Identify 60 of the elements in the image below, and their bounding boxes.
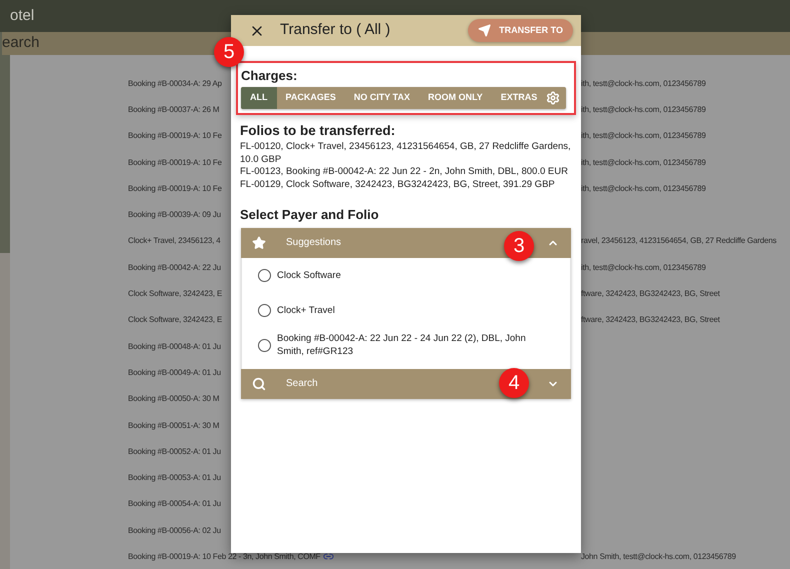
booking-text: Booking #B-00053-A: 01 Ju [128, 472, 221, 484]
booking-text: Clock Software, 3242423, E [128, 314, 222, 326]
payer-heading: Select Payer and Folio [240, 206, 380, 224]
booking-text: Clock Software, 3242423, E [128, 288, 222, 300]
booking-text: Booking #B-00019-A: 10 Fe [128, 156, 222, 169]
booking-text: Booking #B-00042-A: 22 Ju [128, 262, 221, 274]
guest-text: John Smith, testt@clock-hs.com, 0123456789 [581, 550, 736, 563]
booking-text: Clock+ Travel, 23456123, 4 [128, 235, 220, 248]
folio-line: FL-00120, Clock+ Travel, 23456123, 41231564654, GB, 27 Redcliffe Gardens, 10.0 GBP [240, 141, 572, 166]
charges-toggle[interactable]: NO CITY TAX [344, 86, 420, 108]
charges-toggle[interactable]: ROOM ONLY [419, 86, 492, 108]
accordion-header[interactable]: Search 4 [241, 368, 571, 399]
radio-button[interactable] [258, 338, 271, 352]
guest-text: ith, testt@clock-hs.com, 0123456789 [581, 156, 706, 169]
guest-text: ith, testt@clock-hs.com, 0123456789 [581, 262, 706, 274]
charges-toggle[interactable]: PACKAGES [276, 86, 345, 108]
search-label: earch [2, 33, 40, 53]
settings-button[interactable] [546, 90, 560, 104]
booking-text: Booking #B-00048-A: 01 Ju [128, 340, 221, 353]
booking-text: Booking #B-00019-A: 10 Feb 22 - 3n, John Smith, COMF [128, 550, 320, 563]
link-icon[interactable] [323, 551, 334, 562]
annotation-badge: 5 [214, 37, 244, 67]
folio-line: FL-00129, Clock Software, 3242423, BG3242423, BG, Street, 391.29 GBP [240, 178, 556, 192]
folios-heading: Folios to be transferred: [240, 122, 396, 140]
radio-button[interactable] [258, 304, 271, 317]
booking-text: Booking #B-00037-A: 26 M [128, 104, 220, 116]
guest-text: ith, testt@clock-hs.com, 0123456789 [581, 104, 706, 116]
booking-text: Booking #B-00019-A: 10 Fe [128, 130, 222, 142]
guest-text: ith, testt@clock-hs.com, 0123456789 [581, 130, 706, 142]
booking-text: Booking #B-00052-A: 01 Ju [128, 446, 221, 458]
payer-option[interactable]: Clock+ Travel [242, 292, 570, 328]
booking-text: Booking #B-00039-A: 09 Ju [128, 209, 221, 222]
app-title: otel [10, 6, 34, 26]
guest-text: ftware, 3242423, BG3242423, BG, Street [581, 288, 720, 300]
guest-text: ith, testt@clock-hs.com, 0123456789 [581, 182, 706, 195]
dialog-title: Transfer to ( All ) [280, 20, 392, 40]
folio-line: FL-00123, Booking #B-00042-A: 22 Jun 22 - 2n, John Smith, DBL, 800.0 EUR [240, 166, 569, 179]
booking-text: Booking #B-00019-A: 10 Fe [128, 182, 222, 195]
star-icon [252, 236, 266, 250]
send-icon [478, 24, 492, 37]
settings-icon [546, 90, 560, 104]
booking-text: Booking #B-00054-A: 01 Ju [128, 498, 221, 510]
guest-text: ravel, 23456123, 41231564654, GB, 27 Redcliffe Gardens [581, 235, 776, 248]
annotation-badge: 3 [504, 230, 534, 261]
booking-text: Booking #B-00049-A: 01 Ju [128, 366, 221, 379]
charges-toggle[interactable]: ALL [241, 86, 276, 108]
booking-text: Booking #B-00050-A: 30 M [128, 393, 220, 406]
booking-text: Booking #B-00056-A: 02 Ju [128, 524, 221, 537]
guest-text: ith, testt@clock-hs.com, 0123456789 [581, 78, 706, 90]
annotation-badge: 4 [499, 368, 529, 398]
booking-text: Booking #B-00034-A: 29 Ap [128, 78, 222, 90]
payer-option[interactable]: Booking #B-00042-A: 22 Jun 22 - 24 Jun 22 (2), DBL, John Smith, ref#GR123 [242, 328, 570, 363]
booking-text: Booking #B-00051-A: 30 M [128, 420, 220, 432]
radio-button[interactable] [258, 268, 271, 282]
charges-label: Charges: [241, 67, 298, 85]
guest-text: ftware, 3242423, BG3242423, BG, Street [581, 314, 720, 326]
accordion-header[interactable]: Suggestions 3 [241, 228, 571, 258]
search-icon [252, 376, 266, 391]
transfer-button[interactable]: TRANSFER TO [468, 19, 573, 42]
charges-toggle[interactable]: EXTRAS [492, 86, 546, 108]
